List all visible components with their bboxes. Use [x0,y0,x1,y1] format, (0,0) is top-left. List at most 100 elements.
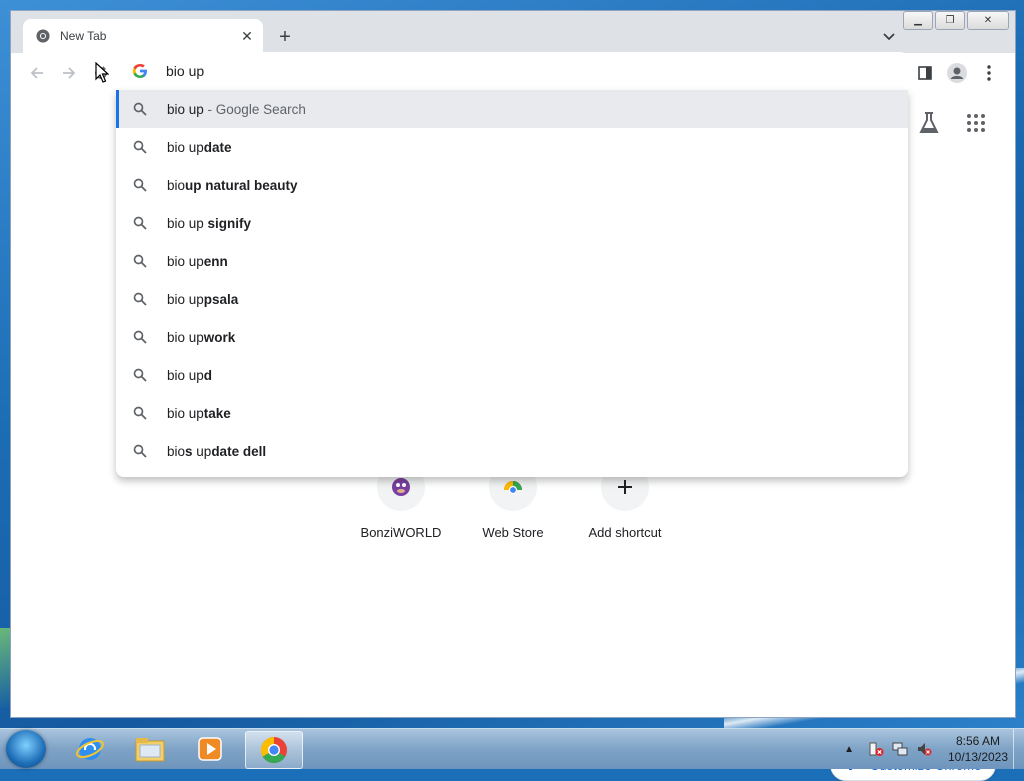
folder-icon [135,738,165,762]
tab-new-tab[interactable]: New Tab ✕ [23,19,263,53]
suggestion-query: bio up [167,215,208,231]
omnibox[interactable] [116,52,908,90]
suggestion-item[interactable]: bio upwork [116,318,908,356]
search-icon [133,178,147,192]
forward-arrow-icon [63,67,76,79]
close-window-button[interactable]: ✕ [967,11,1009,30]
shortcut-label: BonziWORLD [360,525,442,540]
search-icon [133,444,147,458]
suggestion-completion: date [203,139,232,155]
start-button[interactable] [6,730,46,768]
suggestion-query: bio up [167,367,204,383]
suggestion-query: bio up [167,291,204,307]
profile-avatar-icon [947,63,967,83]
suggestion-completion: signify [207,215,252,231]
tab-close-icon[interactable]: ✕ [237,26,257,46]
forward-button[interactable] [57,61,81,85]
flask-icon [919,112,939,133]
search-icon [133,368,147,382]
suggestion-item[interactable]: bio uppsala [116,280,908,318]
system-tray: ▲ 8:56 AM 10/13/2023 [844,729,1024,769]
suggestion-item[interactable]: bio uptake [116,394,908,432]
volume-muted-icon[interactable] [916,741,932,757]
suggestion-completion: d [203,367,213,383]
back-button[interactable] [25,61,49,85]
media-player-icon [198,737,222,761]
action-center-icon[interactable] [868,741,884,757]
suggestion-completion: date dell [211,443,267,459]
suggestion-text: bioup natural beauty [167,178,298,193]
suggestion-item[interactable]: bio up - Google Search [116,90,908,128]
profile-button[interactable] [945,61,969,85]
search-icon [133,292,147,306]
suggestion-query: bio up [167,405,204,421]
apps-grid-icon [967,114,985,132]
show-desktop-button[interactable] [1013,729,1024,769]
chevron-down-icon [883,33,895,41]
tab-title: New Tab [60,29,107,43]
omnibox-input[interactable] [166,60,866,82]
suggestion-completion: psala [203,291,239,307]
side-panel-button[interactable] [913,61,937,85]
show-hidden-icons-icon[interactable]: ▲ [844,744,854,755]
suggestion-text: bio up - Google Search [167,102,306,117]
taskbar-internet-explorer[interactable] [62,731,118,767]
google-g-icon [132,63,147,78]
taskbar-chrome[interactable] [245,731,303,769]
suggestion-query: bio [167,443,186,459]
suggestion-completion: enn [203,253,228,269]
search-icon [133,406,147,420]
suggestion-text: bio uppsala [167,292,238,307]
suggestion-item[interactable]: bioup natural beauty [116,166,908,204]
chrome-icon [260,736,287,764]
search-icon [133,102,147,116]
suggestion-text: bio upenn [167,254,228,269]
search-icon [133,254,147,268]
suggestion-query: bio up [167,329,204,345]
suggestion-text: bio upwork [167,330,235,345]
suggestion-completion: work [203,329,236,345]
suggestion-item[interactable]: bio upenn [116,242,908,280]
new-tab-button[interactable]: + [273,25,297,49]
suggestion-completion: s [185,443,193,459]
suggestion-text: bio update [167,140,232,155]
suggestion-query: bio up [167,101,204,117]
suggestion-description: - Google Search [203,101,306,117]
tab-search-button[interactable] [877,25,901,49]
shortcut-label: Web Store [482,525,544,540]
suggestion-text: bios update dell [167,444,266,459]
menu-button[interactable] [977,61,1001,85]
search-icon [133,216,147,230]
taskbar-file-explorer[interactable] [122,731,178,767]
restore-button[interactable]: ❐ [935,11,965,30]
taskbar-media-player[interactable] [182,731,238,767]
clock-time: 8:56 AM [955,734,1001,748]
back-arrow-icon [30,67,43,79]
chrome-icon [36,29,50,43]
suggestion-item[interactable]: bio update [116,128,908,166]
suggestion-text: bio up signify [167,216,251,231]
minimize-button[interactable]: ▁ [903,11,933,30]
mouse-cursor-icon [95,62,109,83]
suggestion-query: up [192,443,212,459]
suggestion-completion: take [203,405,231,421]
network-icon[interactable] [892,741,908,757]
suggestion-item[interactable]: bio up signify [116,204,908,242]
shortcut-label: Add shortcut [588,525,662,540]
search-icon [133,330,147,344]
internet-explorer-icon [76,738,104,760]
google-apps-button[interactable] [966,113,986,138]
suggestion-item[interactable]: bio upd [116,356,908,394]
clock-date: 10/13/2023 [947,750,1009,764]
suggestion-query: bio up [167,139,204,155]
taskbar: ▲ 8:56 AM 10/13/2023 [0,728,1024,769]
window-caption-buttons: ▁ ❐ ✕ [903,11,1009,30]
side-panel-icon [918,66,932,80]
taskbar-clock[interactable]: 8:56 AM 10/13/2023 [942,733,1014,765]
suggestion-completion: up natural beauty [185,177,298,193]
suggestion-item[interactable]: bios update dell [116,432,908,470]
labs-button[interactable] [917,111,941,140]
omnibox-suggestions-dropdown: bio up - Google Search bio update bioup na… [116,90,908,477]
more-vert-icon [987,65,991,81]
suggestion-text: bio upd [167,368,212,383]
